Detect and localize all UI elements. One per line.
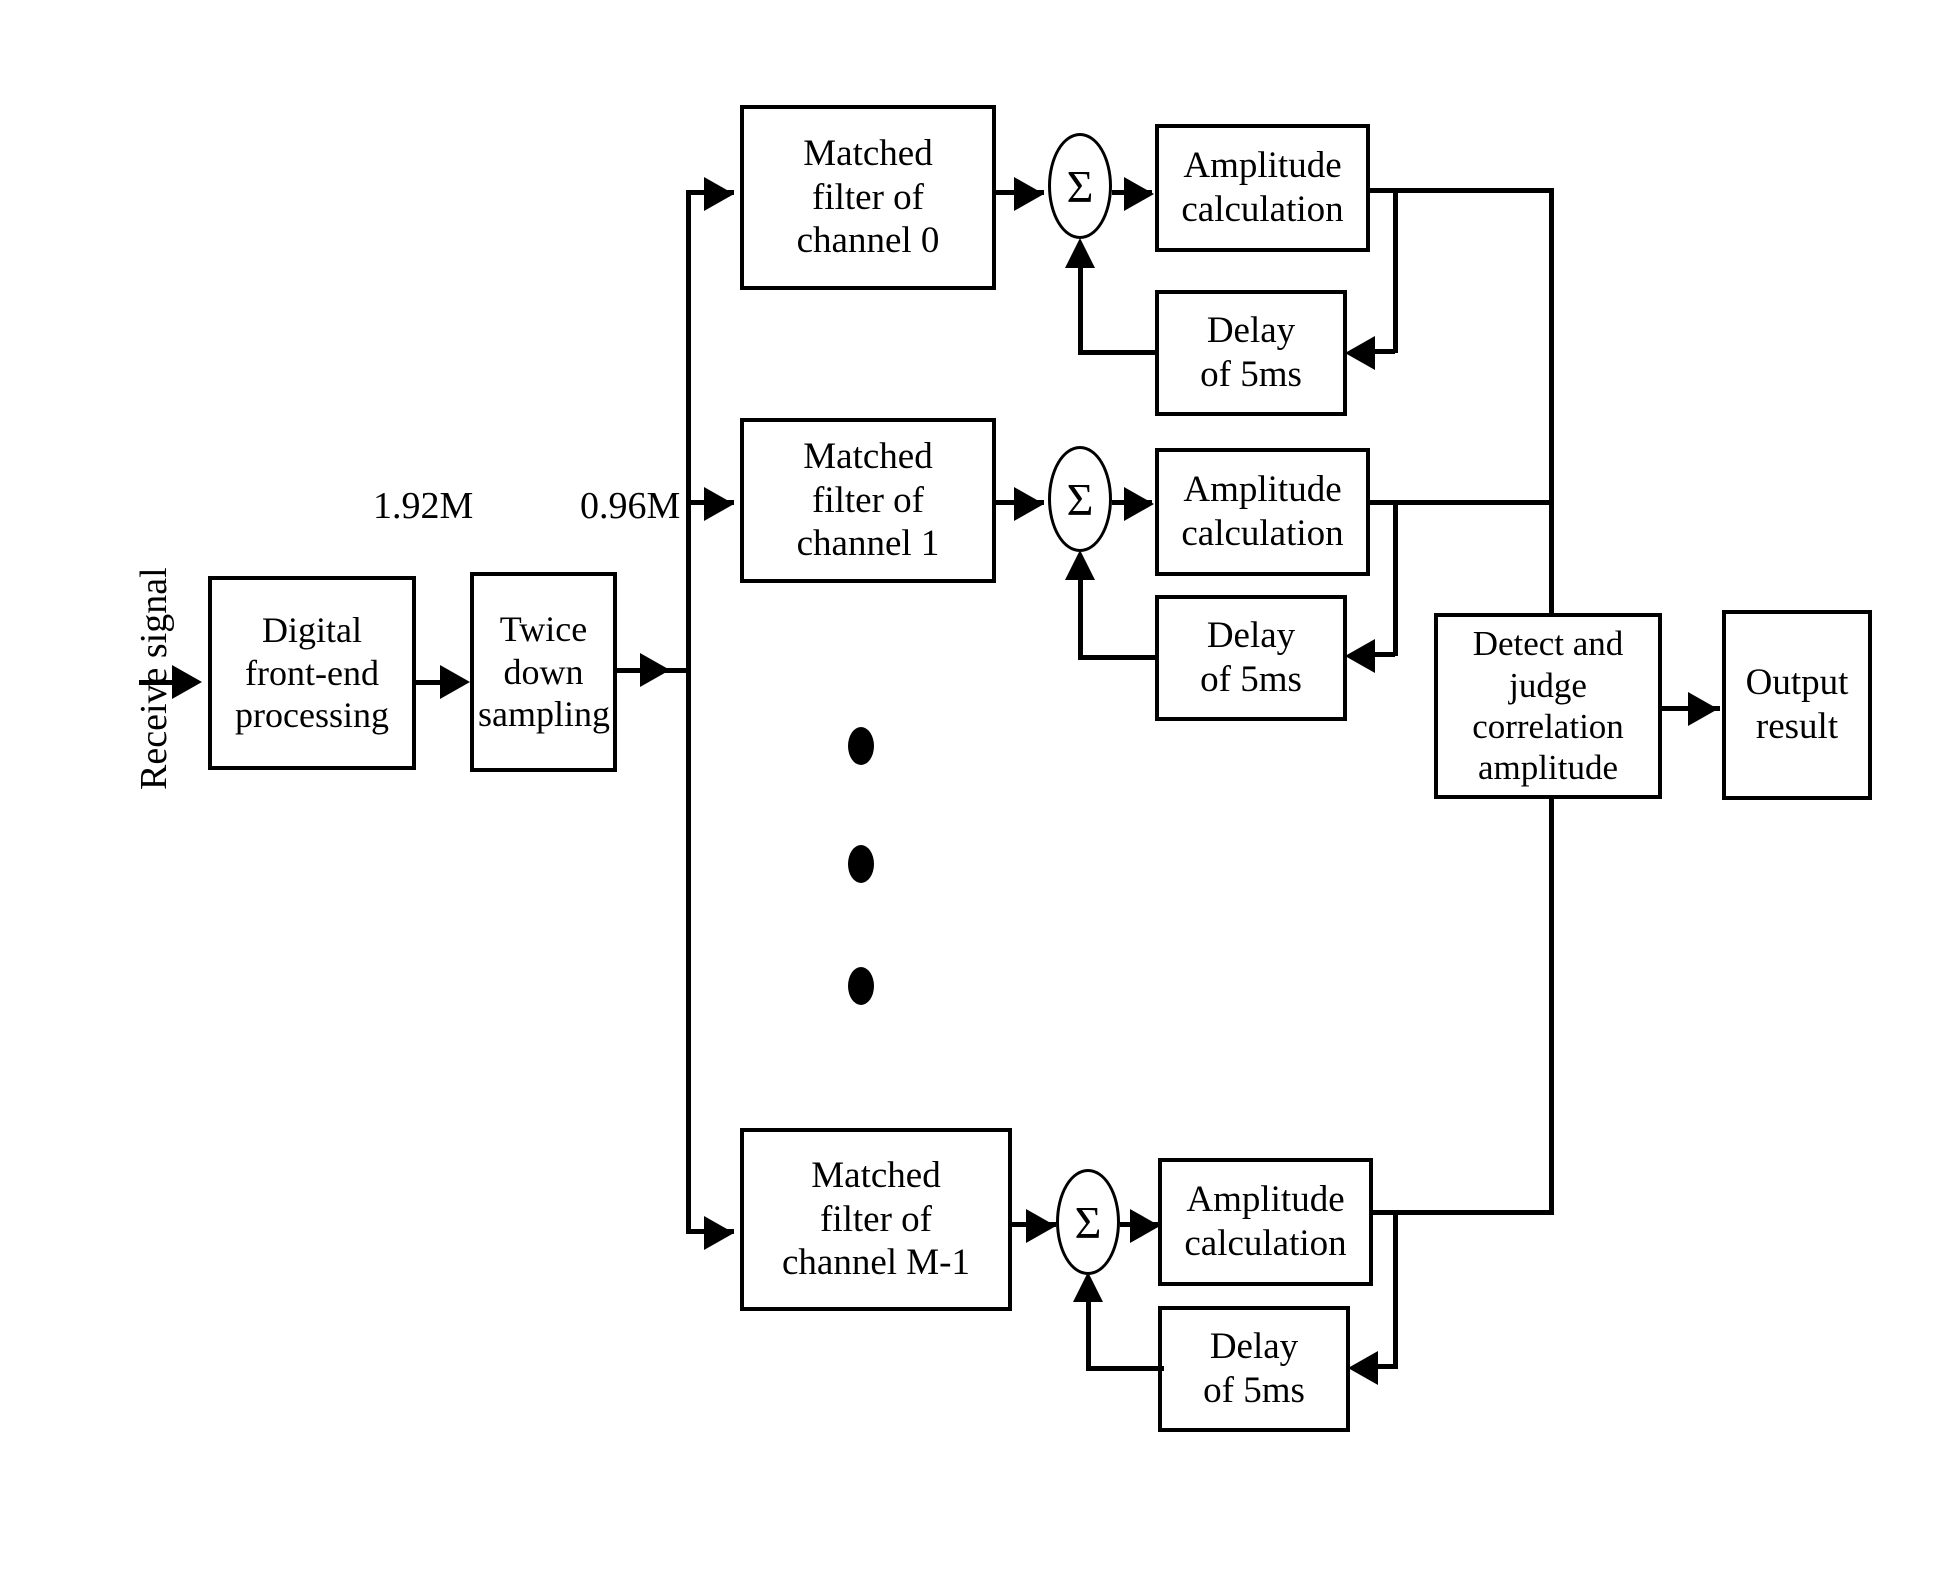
wire-delaym-feedback-h [1086, 1366, 1164, 1371]
block-diagram-canvas: Receive signal Digital front-end process… [0, 0, 1941, 1577]
delay-5ms-channel-1-block[interactable]: Delay of 5ms [1155, 595, 1347, 721]
sigma-icon: Σ [1066, 160, 1094, 212]
amplitude-calculation-channel-m-1-label: Amplitude calculation [1184, 1179, 1347, 1264]
delay-5ms-channel-m-1-block[interactable]: Delay of 5ms [1158, 1306, 1350, 1432]
input-arrowhead [172, 665, 202, 699]
digital-front-end-processing-block[interactable]: Digital front-end processing [208, 576, 416, 770]
wire-delay1-feedback-v [1078, 570, 1083, 658]
wire-delay0-feedback-v [1078, 258, 1083, 352]
sigma-icon: Σ [1066, 473, 1094, 525]
ellipsis-dot-2 [848, 845, 874, 883]
amplitude-calculation-channel-1-block[interactable]: Amplitude calculation [1155, 448, 1370, 576]
wire-bus-to-detect [1549, 590, 1554, 615]
arrowhead-output-in [1688, 692, 1718, 726]
matched-filter-channel-0-block[interactable]: Matched filter of channel 0 [740, 105, 996, 290]
arrowhead-mf0-in [704, 177, 734, 211]
arrowhead-amp1-in [1124, 487, 1154, 521]
amplitude-calculation-channel-1-label: Amplitude calculation [1181, 469, 1344, 554]
amplitude-calculation-channel-0-block[interactable]: Amplitude calculation [1155, 124, 1370, 252]
wire-delaym-feedback-v [1086, 1292, 1091, 1370]
receive-signal-label: Receive signal [133, 567, 175, 790]
rate-label-1-92m: 1.92M [373, 485, 474, 527]
arrowhead-sum1-in [1014, 487, 1044, 521]
arrowhead-summ-in [1026, 1209, 1056, 1243]
arrowhead-ampm-in [1130, 1209, 1160, 1243]
output-result-block[interactable]: Output result [1722, 610, 1872, 800]
wire-delay1-feedback-h [1078, 655, 1158, 660]
arrowhead-sum0-in [1014, 177, 1044, 211]
delay-5ms-channel-0-block[interactable]: Delay of 5ms [1155, 290, 1347, 416]
output-result-label: Output result [1745, 662, 1849, 747]
sigma-icon: Σ [1074, 1196, 1102, 1248]
ellipsis-dot-3 [848, 967, 874, 1005]
matched-filter-channel-1-label: Matched filter of channel 1 [796, 436, 940, 565]
twice-down-sampling-label: Twice down sampling [478, 609, 610, 735]
arrowhead-delaym-in [1348, 1351, 1378, 1385]
arrowhead-mf1-in [704, 487, 734, 521]
summation-node-channel-m-1: Σ [1056, 1169, 1120, 1275]
rate-label-0-96m: 0.96M [580, 485, 681, 527]
matched-filter-channel-m-1-label: Matched filter of channel M-1 [781, 1155, 971, 1284]
amplitude-calculation-channel-0-label: Amplitude calculation [1181, 145, 1344, 230]
arrowhead-downsample-out [640, 653, 670, 687]
wire-delay0-feedback-h [1078, 350, 1158, 355]
summation-node-channel-0: Σ [1048, 133, 1112, 239]
arrowhead-delay0-in [1345, 336, 1375, 370]
digital-front-end-label: Digital front-end processing [235, 610, 389, 736]
wire-amp1-tap-down [1393, 500, 1398, 656]
matched-filter-channel-0-label: Matched filter of channel 0 [796, 133, 940, 262]
arrowhead-sum0-feedback [1065, 238, 1095, 268]
delay-5ms-channel-m-1-label: Delay of 5ms [1203, 1326, 1305, 1411]
fanout-bus-vertical [686, 190, 691, 1234]
delay-5ms-channel-1-label: Delay of 5ms [1200, 615, 1302, 700]
detect-and-judge-label: Detect and judge correlation amplitude [1472, 624, 1624, 788]
arrowhead-delay1-in [1345, 639, 1375, 673]
ellipsis-dot-1 [848, 727, 874, 765]
matched-filter-channel-m-1-block[interactable]: Matched filter of channel M-1 [740, 1128, 1012, 1311]
twice-down-sampling-block[interactable]: Twice down sampling [470, 572, 617, 772]
arrowhead-mfm-in [704, 1216, 734, 1250]
matched-filter-channel-1-block[interactable]: Matched filter of channel 1 [740, 418, 996, 583]
wire-amp0-tap-down [1393, 188, 1398, 353]
wire-ampm-out [1373, 1210, 1552, 1215]
delay-5ms-channel-0-label: Delay of 5ms [1200, 310, 1302, 395]
amplitude-calculation-channel-m-1-block[interactable]: Amplitude calculation [1158, 1158, 1373, 1286]
wire-ampm-tap-down [1393, 1210, 1398, 1368]
summation-node-channel-1: Σ [1048, 446, 1112, 552]
arrowhead-sum1-feedback [1065, 550, 1095, 580]
arrowhead-frontend-to-downsample [440, 665, 470, 699]
arrowhead-amp0-in [1124, 177, 1154, 211]
arrowhead-summ-feedback [1073, 1272, 1103, 1302]
detect-and-judge-correlation-amplitude-block[interactable]: Detect and judge correlation amplitude [1434, 613, 1662, 799]
